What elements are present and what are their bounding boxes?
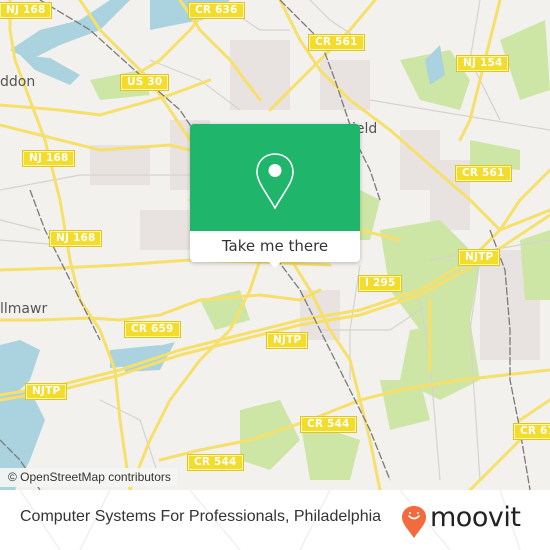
road-shield-njtp-3: NJTP: [24, 383, 68, 400]
road-shield-cr636: CR 636: [188, 2, 245, 19]
moovit-logo[interactable]: moovit: [400, 500, 540, 540]
road-shield-i295: I 295: [357, 275, 403, 292]
moovit-wordmark: moovit: [430, 502, 521, 533]
road-shield-nj154: NJ 154: [455, 55, 510, 72]
road-shield-nj168: NJ 168: [0, 2, 53, 19]
map-pin-icon: [256, 153, 294, 210]
popup-pointer: [267, 260, 283, 268]
take-me-there-button[interactable]: Take me there: [190, 231, 360, 262]
road-shield-cr561-2: CR 561: [455, 165, 512, 182]
road-shield-cr544: CR 544: [300, 416, 357, 433]
road-shield-cr659: CR 659: [124, 321, 181, 338]
place-label-bellmawr: llmawr: [0, 301, 48, 317]
map-attribution[interactable]: © OpenStreetMap contributors: [0, 468, 177, 487]
footer-bar: Computer Systems For Professionals, Phil…: [0, 490, 550, 550]
location-popup: Take me there: [190, 124, 360, 268]
place-label-haddonfield: ddon: [0, 74, 36, 90]
map-view[interactable]: ddon llmawr ield NJ 168 CR 636 CR 561 NJ…: [0, 0, 550, 490]
popup-header: [190, 124, 360, 231]
road-shield-nj168-3: NJ 168: [48, 230, 103, 247]
road-shield-us30: US 30: [119, 74, 170, 91]
road-shield-njtp-2: NJTP: [265, 332, 309, 349]
road-shield-nj168-2: NJ 168: [21, 150, 76, 167]
road-shield-njtp: NJTP: [457, 249, 501, 266]
road-shield-cr561: CR 561: [308, 34, 365, 51]
road-shield-cr544-2: CR 544: [187, 454, 244, 471]
moovit-pin-icon: [402, 506, 426, 538]
place-title: Computer Systems For Professionals, Phil…: [20, 508, 382, 525]
road-shield-cr678: CR 678: [513, 423, 550, 440]
